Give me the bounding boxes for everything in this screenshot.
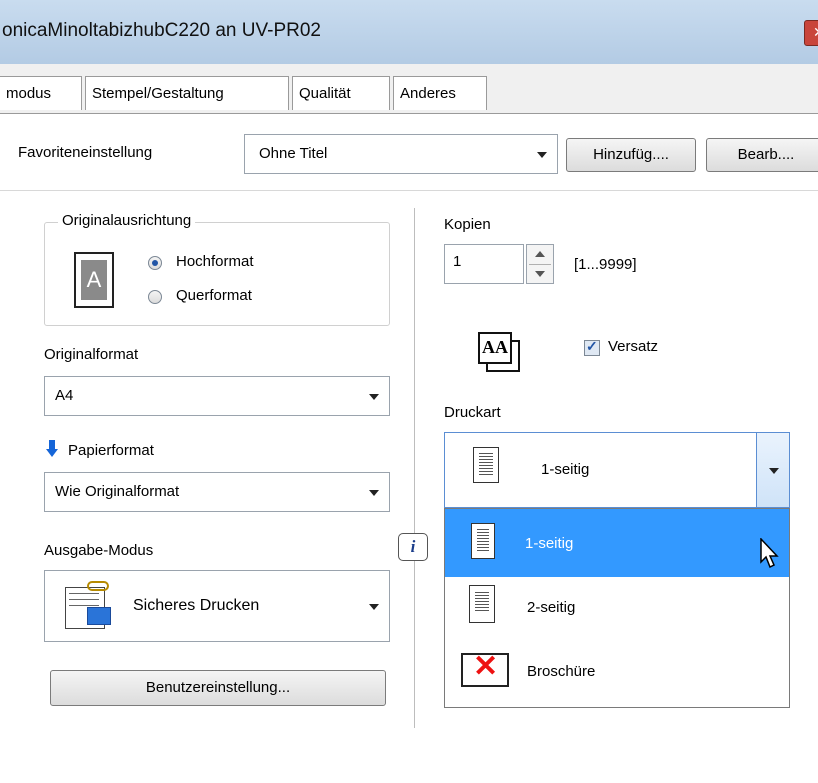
output-mode-label: Ausgabe-Modus (44, 542, 154, 559)
add-favorite-button[interactable]: Hinzufüg.... (566, 138, 696, 172)
divider (0, 190, 818, 191)
chevron-down-icon (369, 490, 379, 496)
output-mode-dropdown[interactable]: Sicheres Drucken (44, 570, 390, 642)
close-icon: ✕ (813, 24, 818, 41)
landscape-radio[interactable] (148, 290, 162, 304)
original-format-label: Originalformat (44, 346, 139, 363)
column-separator (414, 208, 415, 728)
spin-down-icon[interactable] (535, 271, 545, 277)
list-item-broschuere[interactable]: ✕ Broschüre (445, 639, 789, 705)
user-settings-button[interactable]: Benutzereinstellung... (50, 670, 386, 706)
print-type-dropdown[interactable]: 1-seitig (444, 432, 790, 508)
tab-modus[interactable]: modus (0, 76, 82, 110)
close-button[interactable]: ✕ (804, 20, 818, 46)
copies-value: 1 (453, 253, 462, 270)
offset-checkbox[interactable]: ✓ (584, 338, 600, 356)
single-sided-icon (471, 523, 495, 559)
chevron-down-icon (369, 604, 379, 610)
offset-label: Versatz (608, 338, 659, 355)
secure-print-icon (63, 581, 117, 631)
checkmark-icon: ✓ (586, 338, 598, 354)
orientation-group-label: Originalausrichtung (58, 212, 196, 229)
offset-copies-icon: AA (478, 332, 522, 372)
original-format-dropdown[interactable]: A4 (44, 376, 390, 416)
favorites-dropdown[interactable]: Ohne Titel (244, 134, 558, 174)
tab-qualitaet[interactable]: Qualität (292, 76, 390, 110)
portrait-label: Hochformat (176, 253, 254, 270)
chevron-down-icon (537, 152, 547, 158)
copies-label: Kopien (444, 216, 491, 233)
copies-range: [1...9999] (574, 256, 637, 273)
dropdown-toggle[interactable] (756, 433, 789, 507)
edit-favorite-button[interactable]: Bearb.... (706, 138, 818, 172)
paper-format-dropdown[interactable]: Wie Originalformat (44, 472, 390, 512)
paper-format-value: Wie Originalformat (55, 483, 180, 500)
favorites-label: Favoriteneinstellung (18, 144, 153, 161)
list-item-1-seitig[interactable]: 1-seitig (445, 509, 789, 577)
output-mode-value: Sicheres Drucken (133, 597, 260, 614)
portrait-radio[interactable] (148, 256, 162, 270)
print-type-value: 1-seitig (541, 461, 590, 478)
print-type-label: Druckart (444, 404, 501, 421)
chevron-down-icon (769, 468, 779, 474)
list-item-2-seitig[interactable]: 2-seitig (445, 577, 789, 639)
original-format-value: A4 (55, 387, 74, 404)
booklet-disabled-icon: ✕ (461, 649, 509, 687)
spin-up-icon[interactable] (535, 251, 545, 257)
portrait-preview-icon: A (74, 252, 114, 308)
double-sided-icon (469, 585, 495, 623)
window-title: onicaMinoltabizhubC220 an UV-PR02 (2, 20, 321, 41)
mouse-cursor-icon (760, 537, 780, 574)
tab-stempel-gestaltung[interactable]: Stempel/Gestaltung (85, 76, 289, 110)
chevron-down-icon (369, 394, 379, 400)
single-sided-icon (473, 447, 499, 483)
copies-spinner[interactable] (526, 244, 554, 284)
tab-anderes[interactable]: Anderes (393, 76, 487, 110)
info-icon[interactable]: i (398, 533, 428, 561)
copies-input[interactable]: 1 (444, 244, 524, 284)
paper-format-label: Papierformat (68, 442, 154, 459)
favorites-value: Ohne Titel (259, 145, 328, 162)
arrow-down-icon (46, 440, 58, 457)
landscape-label: Querformat (176, 287, 252, 304)
